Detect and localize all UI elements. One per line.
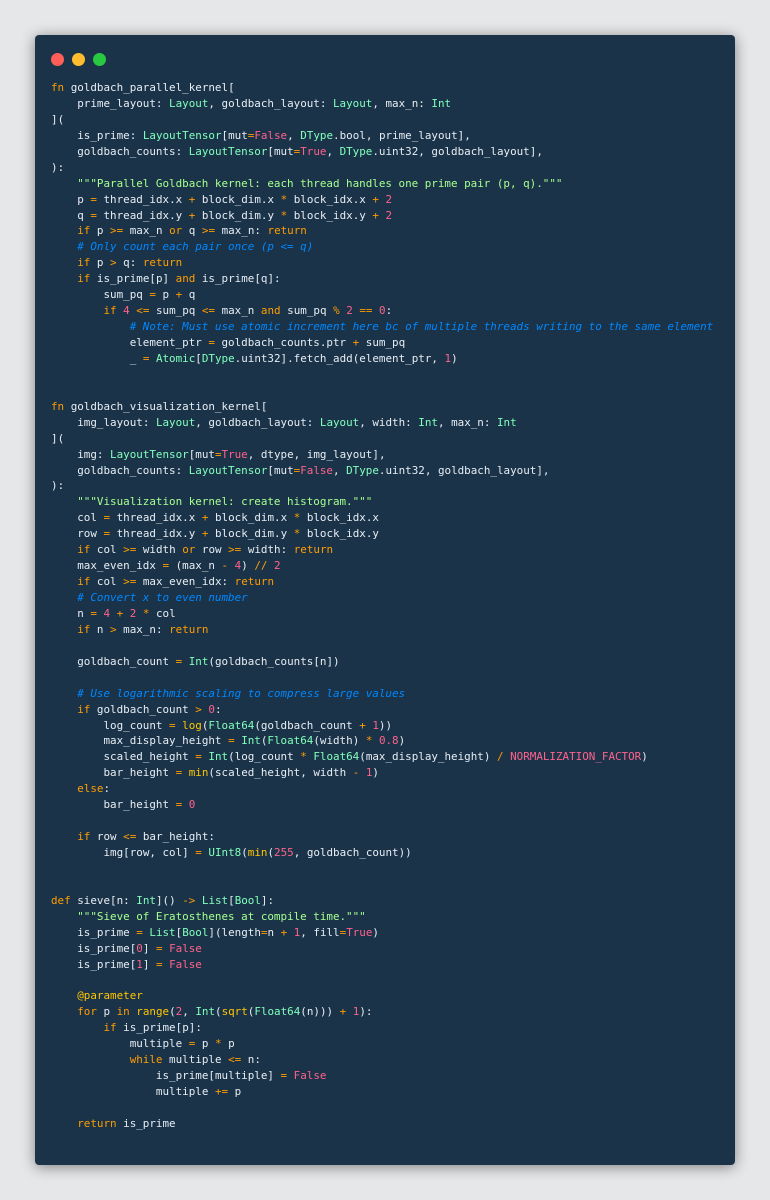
code-line: if p >= max_n or q >= max_n: return	[77, 224, 307, 238]
code-line: _ = Atomic[DType.uint32].fetch_add(eleme…	[129, 351, 458, 365]
code-line: return is_prime	[77, 1116, 176, 1130]
code-line: bar_height = min(scaled_height, width - …	[103, 766, 379, 780]
code-line: is_prime[multiple] = False	[155, 1069, 327, 1083]
code-line: @parameter	[77, 989, 143, 1003]
code-line: n = 4 + 2 * col	[77, 606, 176, 620]
code-line: is_prime: LayoutTensor[mut=False, DType.…	[77, 128, 471, 142]
code-line: bar_height = 0	[103, 798, 196, 812]
code-line: # Note: Must use atomic increment here b…	[129, 320, 714, 334]
code-line: element_ptr = goldbach_counts.ptr + sum_…	[129, 336, 406, 349]
code-window: fn goldbach_parallel_kernel[ prime_layou…	[35, 35, 735, 1165]
code-line: fn goldbach_visualization_kernel[	[51, 399, 268, 413]
code-line: # Only count each pair once (p <= q)	[77, 240, 314, 254]
maximize-dot-icon[interactable]	[93, 53, 106, 66]
code-line: ​	[51, 973, 731, 989]
code-line: if p > q: return	[77, 256, 183, 270]
code-line: ​	[51, 383, 731, 399]
code-line: goldbach_counts: LayoutTensor[mut=True, …	[77, 144, 543, 158]
code-line: for p in range(2, Int(sqrt(Float64(n))) …	[77, 1005, 373, 1019]
code-line: ​	[51, 861, 731, 877]
close-dot-icon[interactable]	[51, 53, 64, 66]
code-line: row = thread_idx.y + block_dim.y * block…	[77, 527, 379, 541]
code-line: img[row, col] = UInt8(min(255, goldbach_…	[103, 846, 412, 859]
code-line: if is_prime[p] and is_prime[q]:	[77, 272, 281, 286]
code-line: is_prime[1] = False	[77, 957, 202, 971]
code-line: # Use logarithmic scaling to compress la…	[77, 686, 406, 700]
code-line: ​	[51, 813, 731, 829]
code-line: multiple += p	[155, 1085, 242, 1099]
code-line: is_prime[0] = False	[77, 941, 202, 955]
code-line: max_even_idx = (max_n - 4) // 2	[77, 559, 281, 573]
code-line: while multiple <= n:	[129, 1053, 261, 1067]
code-line: if is_prime[p]:	[103, 1021, 202, 1035]
code-block: fn goldbach_parallel_kernel[ prime_layou…	[51, 80, 731, 1132]
code-line: if 4 <= sum_pq <= max_n and sum_pq % 2 =…	[103, 304, 393, 318]
code-line: ](	[51, 112, 65, 126]
code-line: ​	[51, 670, 731, 686]
code-line: multiple = p * p	[129, 1037, 235, 1051]
code-line: if goldbach_count > 0:	[77, 702, 222, 716]
code-line: """Visualization kernel: create histogra…	[77, 495, 373, 509]
code-line: # Convert x to even number	[77, 591, 248, 604]
code-line: img_layout: Layout, goldbach_layout: Lay…	[77, 415, 517, 429]
minimize-dot-icon[interactable]	[72, 53, 85, 66]
code-line: ​	[51, 877, 731, 893]
window-controls	[51, 53, 106, 66]
code-line: def sieve[n: Int]() -> List[Bool]:	[51, 893, 275, 907]
code-line: ​	[51, 638, 731, 654]
code-line: scaled_height = Int(log_count * Float64(…	[103, 750, 648, 764]
code-line: goldbach_count = Int(goldbach_counts[n])	[77, 654, 340, 668]
code-line: if col >= width or row >= width: return	[77, 543, 334, 557]
code-line: sum_pq = p + q	[103, 288, 196, 302]
code-line: """Sieve of Eratosthenes at compile time…	[77, 909, 366, 923]
code-line: ):	[51, 160, 65, 174]
code-line: is_prime = List[Bool](length=n + 1, fill…	[77, 925, 379, 939]
code-line: ):	[51, 479, 65, 493]
code-line: fn goldbach_parallel_kernel[	[51, 81, 235, 94]
code-line: log_count = log(Float64(goldbach_count +…	[103, 718, 393, 732]
code-line: p = thread_idx.x + block_dim.x * block_i…	[77, 192, 393, 206]
code-line: ​	[51, 1100, 731, 1116]
code-line: if col >= max_even_idx: return	[77, 575, 274, 589]
code-line: prime_layout: Layout, goldbach_layout: L…	[77, 96, 452, 110]
code-line: ​	[51, 367, 731, 383]
code-line: max_display_height = Int(Float64(width) …	[103, 734, 406, 748]
code-line: q = thread_idx.y + block_dim.y * block_i…	[77, 208, 393, 222]
code-line: goldbach_counts: LayoutTensor[mut=False,…	[77, 463, 550, 477]
code-line: col = thread_idx.x + block_dim.x * block…	[77, 511, 379, 525]
code-line: if row <= bar_height:	[77, 830, 215, 844]
code-line: ](	[51, 431, 65, 445]
code-line: """Parallel Goldbach kernel: each thread…	[77, 176, 563, 190]
code-line: if n > max_n: return	[77, 622, 209, 636]
code-line: else:	[77, 782, 111, 796]
code-line: img: LayoutTensor[mut=True, dtype, img_l…	[77, 447, 386, 461]
